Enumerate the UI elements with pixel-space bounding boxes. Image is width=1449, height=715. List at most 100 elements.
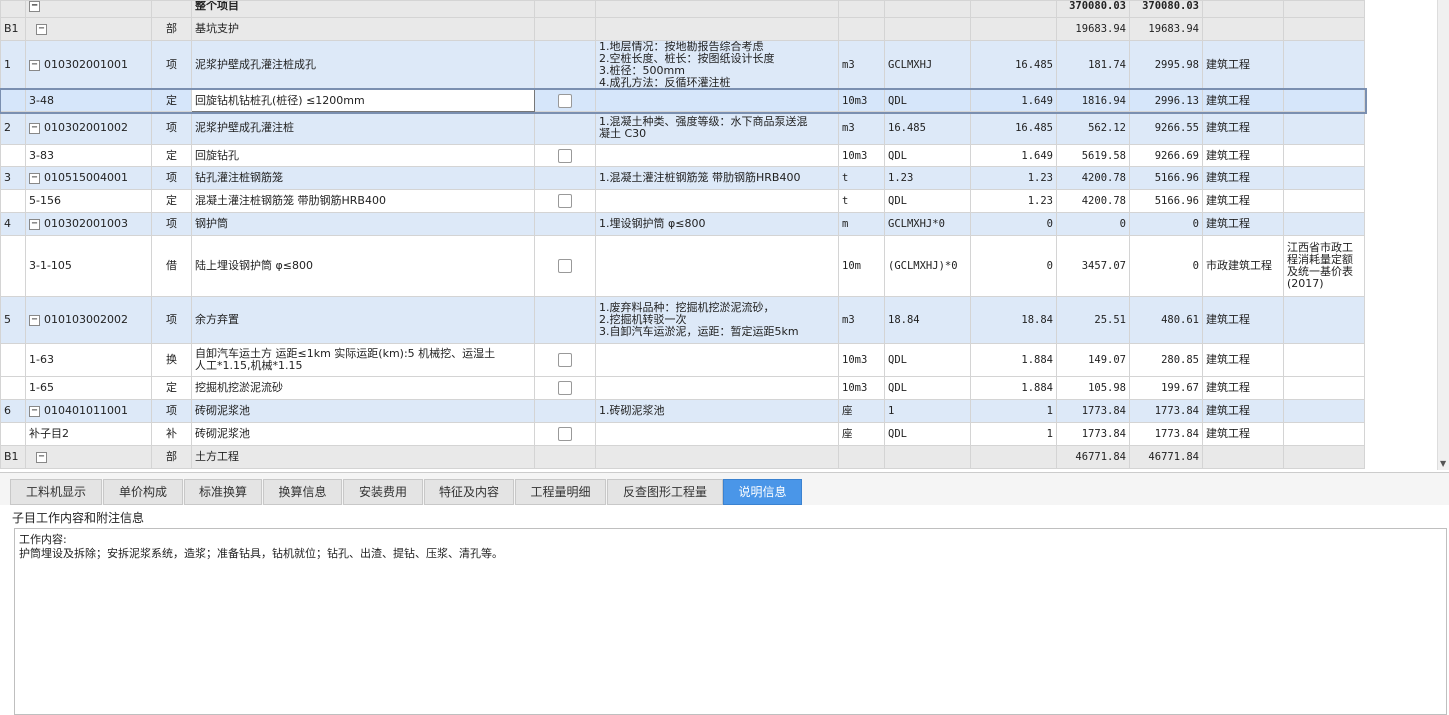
bill-item-row[interactable]: 3−010515004001 项钻孔灌注桩钢筋笼 1.混凝土灌注桩钢筋笼 带肋钢筋H… [0, 166, 1365, 190]
checkbox-icon[interactable] [558, 353, 572, 367]
quota-row[interactable]: 1-65 定挖掘机挖淤泥流砂 10m3 QDL 1.884 105.98 199.67 建筑工… [0, 376, 1365, 400]
row-features: 1.混凝土种类、强度等级：水下商品泵送混 凝土 C30 [595, 111, 839, 145]
tab-7[interactable]: 反查图形工程量 [607, 479, 723, 505]
row-expression[interactable]: 18.84 [884, 296, 971, 344]
row-expression[interactable]: GCLMXHJ*0 [884, 212, 971, 236]
row-total: 9266.69 [1129, 144, 1203, 167]
row-name[interactable]: 挖掘机挖淤泥流砂 [191, 376, 535, 400]
empty-cell [884, 445, 971, 469]
row-unit: 10m3 [838, 376, 885, 400]
minus-toggle-icon[interactable]: − [29, 122, 40, 134]
tab-3[interactable]: 换算信息 [263, 479, 342, 505]
row-number: 1 [0, 40, 26, 90]
minus-toggle-icon[interactable]: − [29, 172, 40, 184]
row-checkbox-cell[interactable] [534, 343, 596, 377]
row-name[interactable]: 钢护筒 [191, 212, 535, 236]
part-toggle-cell[interactable]: − [25, 445, 152, 469]
row-name[interactable]: 泥浆护壁成孔灌注桩 [191, 111, 535, 145]
quota-row[interactable]: 3-48 定回旋钻机钻桩孔(桩径) ≤1200mm 10m3 QDL 1.649 1816… [0, 87, 1367, 114]
quota-row[interactable]: 补子目2 补砖砌泥浆池座 QDL 1 1773.84 1773.84 建筑工程 [0, 422, 1365, 446]
row-name[interactable]: 回旋钻机钻桩孔(桩径) ≤1200mm [191, 89, 535, 112]
row-expression[interactable]: QDL [884, 376, 971, 400]
row-number: 4 [0, 212, 26, 236]
bill-item-row[interactable]: 6−010401011001 项砖砌泥浆池 1.砖砌泥浆池座 1 1 1773.84 177… [0, 399, 1365, 423]
row-expression[interactable]: QDL [884, 144, 971, 167]
checkbox-icon[interactable] [558, 93, 572, 108]
part-row[interactable]: B1 − 部 基坑支护 19683.94 19683.94 [0, 17, 1365, 41]
row-name[interactable]: 砖砌泥浆池 [191, 399, 535, 423]
checkbox-icon[interactable] [558, 427, 572, 441]
row-code-text: 010103002002 [44, 313, 128, 326]
row-name[interactable]: 余方弃置 [191, 296, 535, 344]
row-features [595, 376, 839, 400]
grid-scrollbar[interactable]: ▼ [1437, 0, 1449, 470]
bill-item-row[interactable]: 4−010302001003 项钢护筒 1.埋设钢护筒 φ≤800 m GCLMXHJ*… [0, 212, 1365, 236]
part-code: B1 [0, 445, 26, 469]
minus-toggle-icon[interactable]: − [29, 59, 40, 71]
tab-5[interactable]: 特征及内容 [424, 479, 514, 505]
row-type: 借 [151, 235, 192, 297]
row-checkbox-cell[interactable] [534, 235, 596, 297]
minus-toggle-icon[interactable]: − [29, 1, 40, 12]
minus-toggle-icon[interactable]: − [36, 23, 47, 35]
tab-0[interactable]: 工料机显示 [10, 479, 102, 505]
tab-2[interactable]: 标准换算 [184, 479, 262, 505]
feature-line: 1.混凝土灌注桩钢筋笼 带肋钢筋HRB400 [599, 171, 801, 184]
checkbox-icon[interactable] [558, 259, 572, 273]
quota-row[interactable]: 3-83 定回旋钻孔 10m3 QDL 1.649 5619.58 9266.69 建筑工程 [0, 144, 1365, 167]
row-name[interactable]: 自卸汽车运土方 运距≤1km 实际运距(km):5 机械挖、运湿土 人工*1.15… [191, 343, 535, 377]
tab-8[interactable]: 说明信息 [723, 479, 802, 505]
project-total-row[interactable]: − 整个项目 370080.03 370080.03 [0, 0, 1365, 18]
work-content-box[interactable]: 工作内容: 护筒埋设及拆除；安拆泥浆系统，造浆；准备钻具，钻机就位；钻孔、出渣、… [14, 528, 1447, 715]
checkbox-icon[interactable] [558, 148, 572, 163]
row-checkbox-cell[interactable] [534, 189, 596, 213]
row-quantity: 1.649 [970, 89, 1057, 112]
row-name[interactable]: 混凝土灌注桩钢筋笼 带肋钢筋HRB400 [191, 189, 535, 213]
part-row[interactable]: B1− 部土方工程 46771.84 46771.84 [0, 445, 1365, 469]
minus-toggle-icon[interactable]: − [29, 405, 40, 417]
checkbox-icon[interactable] [558, 194, 572, 208]
tab-1[interactable]: 单价构成 [103, 479, 183, 505]
row-expression[interactable]: (GCLMXHJ)*0 [884, 235, 971, 297]
tab-4[interactable]: 安装费用 [343, 479, 423, 505]
row-code-text: 010515004001 [44, 171, 128, 184]
bill-item-row[interactable]: 5−010103002002 项余方弃置 1.废弃料品种：挖掘机挖淤泥流砂， 2.挖掘… [0, 296, 1365, 344]
minus-toggle-icon[interactable]: − [29, 218, 40, 230]
row-checkbox-cell[interactable] [534, 422, 596, 446]
scroll-down-arrow-icon[interactable]: ▼ [1440, 459, 1446, 468]
empty-cell [1283, 445, 1365, 469]
row-quantity: 1 [970, 422, 1057, 446]
checkbox-icon[interactable] [558, 381, 572, 395]
row-expression[interactable]: QDL [884, 189, 971, 213]
row-checkbox-cell [534, 296, 596, 344]
bill-item-row[interactable]: 1−010302001001 项泥浆护壁成孔灌注桩成孔 1.地层情况：按地勘报告综合… [0, 40, 1365, 90]
row-name[interactable]: 回旋钻孔 [191, 144, 535, 167]
row-name[interactable]: 陆上埋设钢护筒 φ≤800 [191, 235, 535, 297]
quota-row[interactable]: 3-1-105 借陆上埋设钢护筒 φ≤800 10m (GCLMXHJ)*0 0 3457… [0, 235, 1365, 297]
bill-grid[interactable]: − 整个项目 370080.03 370080.03 B1 − 部 基坑支护 1… [0, 0, 1437, 470]
row-checkbox-cell[interactable] [534, 89, 596, 112]
row-number [0, 144, 26, 167]
row-expression[interactable]: 1.23 [884, 166, 971, 190]
row-code-text: 010302001002 [44, 121, 128, 134]
row-expression[interactable]: GCLMXHJ [884, 40, 971, 90]
row-expression[interactable]: 1 [884, 399, 971, 423]
row-unit: t [838, 189, 885, 213]
row-name[interactable]: 泥浆护壁成孔灌注桩成孔 [191, 40, 535, 90]
tab-6[interactable]: 工程量明细 [515, 479, 606, 505]
row-features: 1.埋设钢护筒 φ≤800 [595, 212, 839, 236]
row-checkbox-cell[interactable] [534, 144, 596, 167]
row-expression[interactable]: QDL [884, 343, 971, 377]
row-name[interactable]: 钻孔灌注桩钢筋笼 [191, 166, 535, 190]
bill-item-row[interactable]: 2−010302001002 项泥浆护壁成孔灌注桩 1.混凝土种类、强度等级：水下商… [0, 111, 1365, 145]
quota-row[interactable]: 5-156 定混凝土灌注桩钢筋笼 带肋钢筋HRB400 t QDL 1.23 4200.7… [0, 189, 1365, 213]
info-label: 子目工作内容和附注信息 [12, 511, 145, 525]
minus-toggle-icon[interactable]: − [29, 314, 40, 326]
row-expression[interactable]: QDL [884, 89, 971, 112]
quota-row[interactable]: 1-63 换自卸汽车运土方 运距≤1km 实际运距(km):5 机械挖、运湿土 人工… [0, 343, 1365, 377]
minus-toggle-icon[interactable]: − [36, 451, 47, 463]
row-name[interactable]: 砖砌泥浆池 [191, 422, 535, 446]
row-checkbox-cell[interactable] [534, 376, 596, 400]
row-expression[interactable]: QDL [884, 422, 971, 446]
row-expression[interactable]: 16.485 [884, 111, 971, 145]
